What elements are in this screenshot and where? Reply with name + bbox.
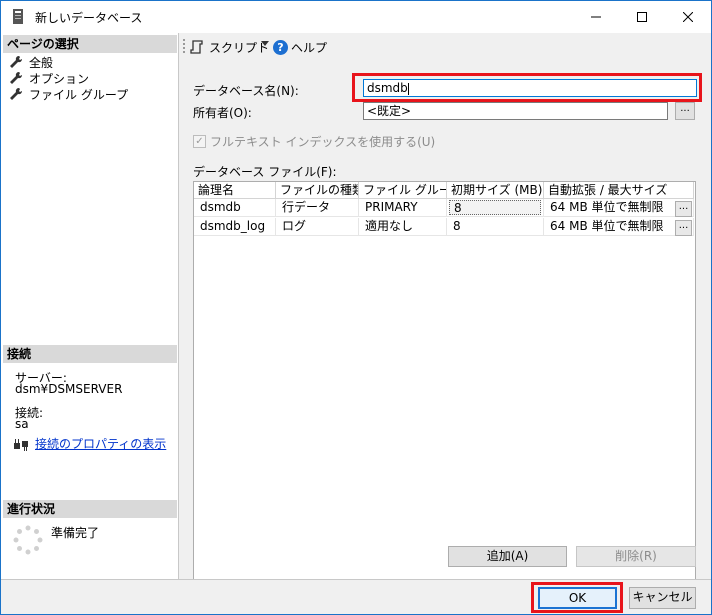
grid-header: 論理名 ファイルの種類 ファイル グループ 初期サイズ (MB) 自動拡張 / … [194, 182, 694, 199]
fulltext-label: フルテキスト インデックスを使用する(U) [210, 135, 436, 149]
script-dropdown-chevron-icon[interactable] [261, 41, 269, 47]
script-button[interactable]: スクリプト [189, 38, 269, 56]
left-pane: ページの選択 全般 オプション ファイル グループ 接続 サーバー: dsm¥D… [1, 33, 179, 579]
initial-size-value[interactable]: 8 [449, 200, 541, 215]
text-caret [407, 82, 409, 95]
file-type-cell[interactable]: 行データ [276, 199, 359, 217]
cancel-button[interactable]: キャンセル [629, 587, 696, 609]
initial-size-value[interactable]: 8 [453, 219, 461, 233]
autogrowth-edit-button[interactable]: ... [675, 201, 692, 217]
table-row[interactable]: dsmdb 行データ PRIMARY 8 64 MB 単位で無制限 [194, 199, 694, 217]
plug-icon [14, 439, 28, 451]
script-icon [190, 40, 203, 54]
filegroup-cell[interactable]: PRIMARY [359, 199, 447, 217]
table-row[interactable]: dsmdb_log ログ 適用なし 8 64 MB 単位で無制限 [194, 218, 694, 236]
owner-input[interactable]: <既定> [363, 102, 668, 120]
file-type-cell[interactable]: ログ [276, 218, 359, 236]
autogrowth-cell: 64 MB 単位で無制限 [544, 199, 694, 217]
dialog-button-bar: OK キャンセル [1, 579, 711, 614]
owner-label: 所有者(O): [193, 106, 252, 120]
db-name-value: dsmdb [367, 81, 408, 95]
remove-button[interactable]: 削除(R) [576, 546, 696, 567]
connection-properties-link[interactable]: 接続のプロパティの表示 [35, 435, 166, 452]
script-label: スクリプト [209, 40, 270, 55]
help-icon: ? [273, 39, 288, 55]
page-item-label: ファイル グループ [29, 87, 129, 102]
page-item-label: オプション [29, 71, 90, 86]
progress-spinner-icon [13, 525, 43, 555]
column-header[interactable]: ファイル グループ [359, 182, 447, 199]
column-header[interactable]: 論理名 [194, 182, 276, 199]
db-files-grid: 論理名 ファイルの種類 ファイル グループ 初期サイズ (MB) 自動拡張 / … [193, 181, 696, 598]
filegroup-cell[interactable]: 適用なし [359, 218, 447, 236]
wrench-icon [10, 55, 23, 68]
page-item-options[interactable]: オプション [9, 70, 89, 86]
maximize-icon [637, 12, 647, 22]
maximize-button[interactable] [619, 1, 665, 33]
page-item-general[interactable]: 全般 [9, 54, 53, 70]
db-name-input[interactable]: dsmdb [363, 79, 697, 97]
initial-size-cell[interactable]: 8 [447, 199, 544, 217]
connection-header: 接続 [3, 345, 177, 363]
minimize-icon [591, 16, 601, 18]
progress-status: 準備完了 [51, 526, 100, 540]
toolbar: スクリプト ? ヘルプ [179, 33, 711, 61]
logical-name-cell[interactable]: dsmdb_log [194, 218, 276, 236]
logical-name-cell[interactable]: dsmdb [194, 199, 276, 217]
minimize-button[interactable] [573, 1, 619, 33]
fulltext-index-row[interactable]: ✓ フルテキスト インデックスを使用する(U) [193, 133, 435, 150]
column-header[interactable]: 初期サイズ (MB) [447, 182, 544, 199]
wrench-icon [10, 71, 23, 84]
fulltext-checkbox[interactable]: ✓ [193, 135, 206, 148]
connection-value: sa [15, 417, 29, 431]
add-button[interactable]: 追加(A) [448, 546, 567, 567]
close-button[interactable] [665, 1, 711, 33]
column-header[interactable]: 自動拡張 / 最大サイズ [544, 182, 694, 199]
page-select-header: ページの選択 [3, 35, 177, 53]
initial-size-cell[interactable]: 8 [447, 218, 544, 236]
help-button[interactable]: ? ヘルプ [273, 38, 327, 56]
owner-value: <既定> [367, 104, 412, 118]
server-value: dsm¥DSMSERVER [15, 382, 123, 396]
ok-button[interactable]: OK [538, 587, 617, 609]
title-bar: 新しいデータベース [1, 1, 711, 33]
db-name-label: データベース名(N): [193, 84, 299, 98]
column-header[interactable]: ファイルの種類 [276, 182, 359, 199]
database-app-icon [13, 9, 23, 24]
wrench-icon [10, 87, 23, 100]
close-icon [683, 12, 693, 22]
owner-browse-button[interactable]: ... [675, 102, 695, 120]
help-label: ヘルプ [291, 40, 328, 55]
progress-header: 進行状況 [3, 500, 177, 518]
page-item-label: 全般 [29, 55, 54, 70]
new-database-dialog: 新しいデータベース ページの選択 全般 オプション ファイル グループ 接続 サ… [0, 0, 712, 615]
autogrowth-edit-button[interactable]: ... [675, 220, 692, 236]
page-item-filegroups[interactable]: ファイル グループ [9, 86, 128, 102]
main-panel: データベース名(N): dsmdb 所有者(O): <既定> ... ✓ フルテ… [179, 61, 711, 598]
window-title: 新しいデータベース [35, 11, 143, 25]
autogrowth-cell: 64 MB 単位で無制限 [544, 218, 694, 236]
db-files-label: データベース ファイル(F): [193, 165, 337, 179]
toolbar-grip-icon [183, 39, 185, 53]
